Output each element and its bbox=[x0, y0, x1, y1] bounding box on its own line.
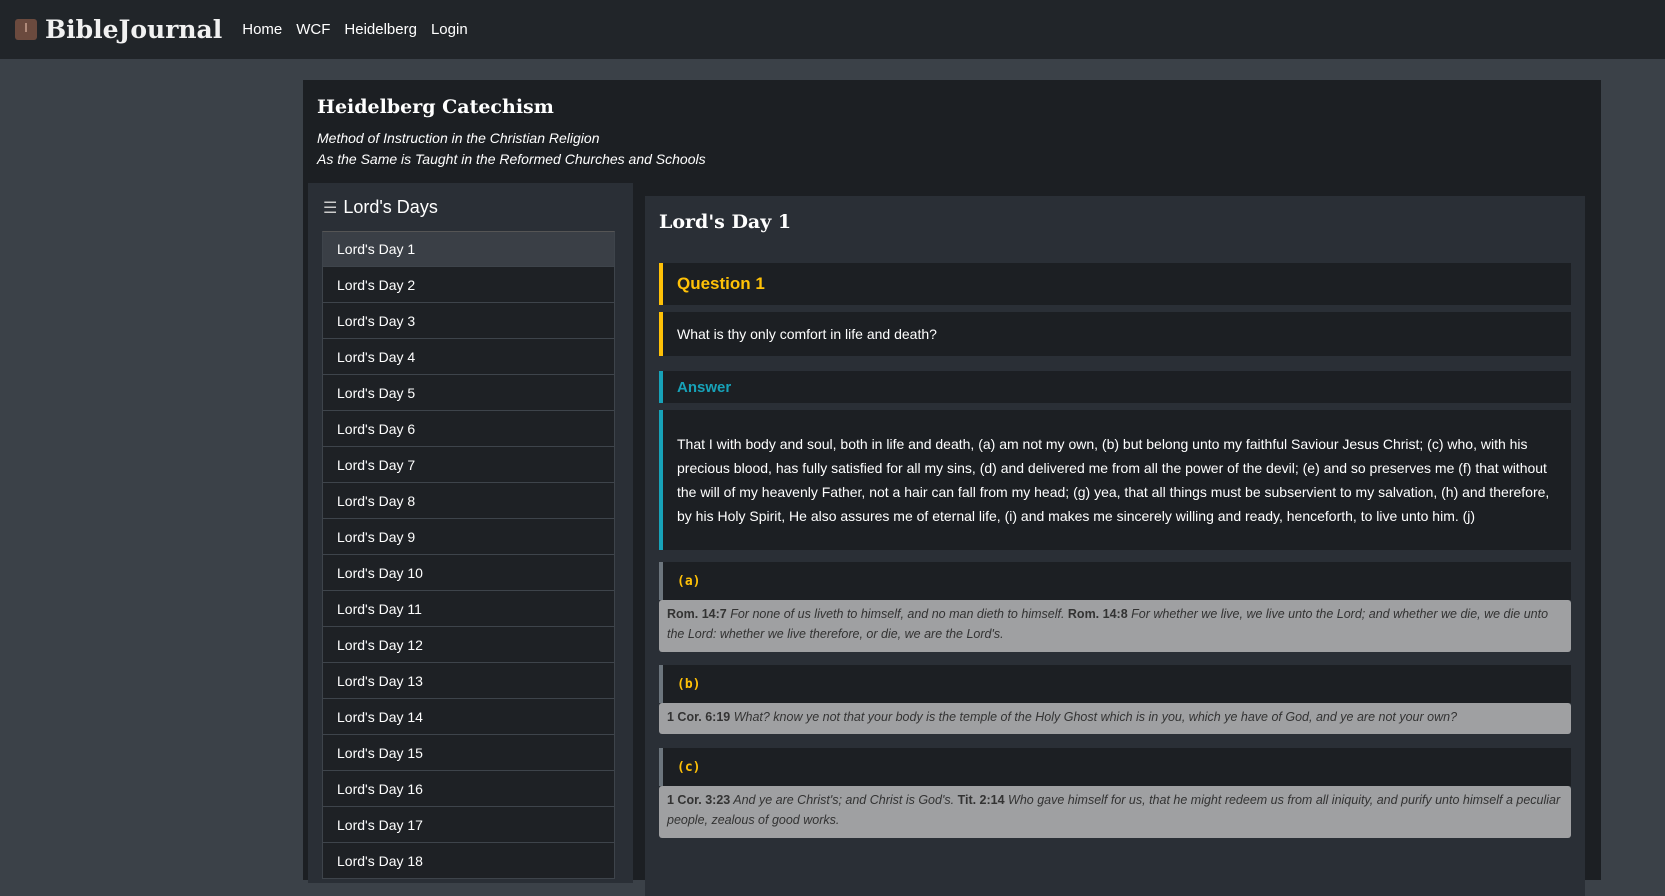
nav-wcf[interactable]: WCF bbox=[296, 21, 330, 38]
brand-link[interactable]: BibleJournal bbox=[15, 15, 222, 44]
sidebar-item-lords-day[interactable]: Lord's Day 13 bbox=[322, 663, 615, 699]
sidebar-item-lords-day[interactable]: Lord's Day 4 bbox=[322, 339, 615, 375]
verse-ref[interactable]: 1 Cor. 6:19 bbox=[667, 710, 730, 724]
sidebar-item-lords-day[interactable]: Lord's Day 16 bbox=[322, 771, 615, 807]
sidebar-item-lords-day[interactable]: Lord's Day 15 bbox=[322, 735, 615, 771]
verse-ref[interactable]: 1 Cor. 3:23 bbox=[667, 793, 730, 807]
lords-day-list: Lord's Day 1 Lord's Day 2 Lord's Day 3 Lord… bbox=[322, 231, 615, 879]
sidebar-item-lords-day[interactable]: Lord's Day 17 bbox=[322, 807, 615, 843]
reference-label: (b) bbox=[659, 665, 1571, 703]
answer-text: That I with body and soul, both in life … bbox=[659, 410, 1571, 550]
catechism-card: Heidelberg Catechism Method of Instructi… bbox=[303, 80, 1601, 896]
reference-letter: (b) bbox=[677, 676, 701, 692]
verse-ref[interactable]: Rom. 14:7 bbox=[667, 607, 727, 621]
sidebar-item-lords-day[interactable]: Lord's Day 6 bbox=[322, 411, 615, 447]
verse-text: And ye are Christ's; and Christ is God's… bbox=[730, 793, 958, 807]
scripture-reference: 1 Cor. 3:23 And ye are Christ's; and Chr… bbox=[659, 786, 1571, 838]
sidebar-heading-label: Lord's Days bbox=[343, 197, 438, 217]
reference-letter: (a) bbox=[677, 573, 701, 589]
question-label: Question 1 bbox=[659, 263, 1571, 305]
question-text: What is thy only comfort in life and dea… bbox=[659, 312, 1571, 356]
sidebar-item-lords-day[interactable]: Lord's Day 8 bbox=[322, 483, 615, 519]
sidebar-item-lords-day[interactable]: Lord's Day 3 bbox=[322, 303, 615, 339]
sidebar-item-lords-day[interactable]: Lord's Day 9 bbox=[322, 519, 615, 555]
nav-login[interactable]: Login bbox=[431, 21, 468, 38]
scripture-reference: 1 Cor. 6:19 What? know ye not that your … bbox=[659, 703, 1571, 734]
nav-home[interactable]: Home bbox=[242, 21, 282, 38]
page-subtitle: Method of Instruction in the Christian R… bbox=[317, 128, 706, 170]
sidebar-item-lords-day[interactable]: Lord's Day 1 bbox=[322, 231, 615, 267]
sidebar-item-lords-day[interactable]: Lord's Day 2 bbox=[322, 267, 615, 303]
subtitle-line: As the Same is Taught in the Reformed Ch… bbox=[317, 151, 706, 167]
verse-text: For none of us liveth to himself, and no… bbox=[726, 607, 1068, 621]
verse-ref[interactable]: Tit. 2:14 bbox=[958, 793, 1005, 807]
bible-icon bbox=[15, 19, 37, 40]
page-title: Heidelberg Catechism bbox=[317, 96, 554, 118]
navbar: BibleJournal Home WCF Heidelberg Login bbox=[0, 0, 1665, 59]
sidebar-item-lords-day[interactable]: Lord's Day 12 bbox=[322, 627, 615, 663]
reference-letter: (c) bbox=[677, 759, 701, 775]
answer-label: Answer bbox=[659, 371, 1571, 403]
sidebar-heading: ☰ Lord's Days bbox=[323, 197, 633, 218]
sidebar: ☰ Lord's Days Lord's Day 1 Lord's Day 2 Lor… bbox=[308, 183, 633, 883]
day-title: Lord's Day 1 bbox=[659, 211, 792, 233]
main-panel: Lord's Day 1 Question 1 What is thy only… bbox=[645, 196, 1585, 896]
nav-heidelberg[interactable]: Heidelberg bbox=[344, 21, 417, 38]
subtitle-line: Method of Instruction in the Christian R… bbox=[317, 130, 600, 146]
sidebar-item-lords-day[interactable]: Lord's Day 7 bbox=[322, 447, 615, 483]
reference-label: (c) bbox=[659, 748, 1571, 786]
brand-name: BibleJournal bbox=[45, 15, 223, 44]
list-icon: ☰ bbox=[323, 199, 338, 217]
verse-ref[interactable]: Rom. 14:8 bbox=[1068, 607, 1128, 621]
verse-text: What? know ye not that your body is the … bbox=[730, 710, 1458, 724]
sidebar-item-lords-day[interactable]: Lord's Day 11 bbox=[322, 591, 615, 627]
sidebar-item-lords-day[interactable]: Lord's Day 10 bbox=[322, 555, 615, 591]
sidebar-item-lords-day[interactable]: Lord's Day 18 bbox=[322, 843, 615, 879]
sidebar-item-lords-day[interactable]: Lord's Day 5 bbox=[322, 375, 615, 411]
reference-label: (a) bbox=[659, 562, 1571, 600]
sidebar-item-lords-day[interactable]: Lord's Day 14 bbox=[322, 699, 615, 735]
scripture-reference: Rom. 14:7 For none of us liveth to himse… bbox=[659, 600, 1571, 652]
